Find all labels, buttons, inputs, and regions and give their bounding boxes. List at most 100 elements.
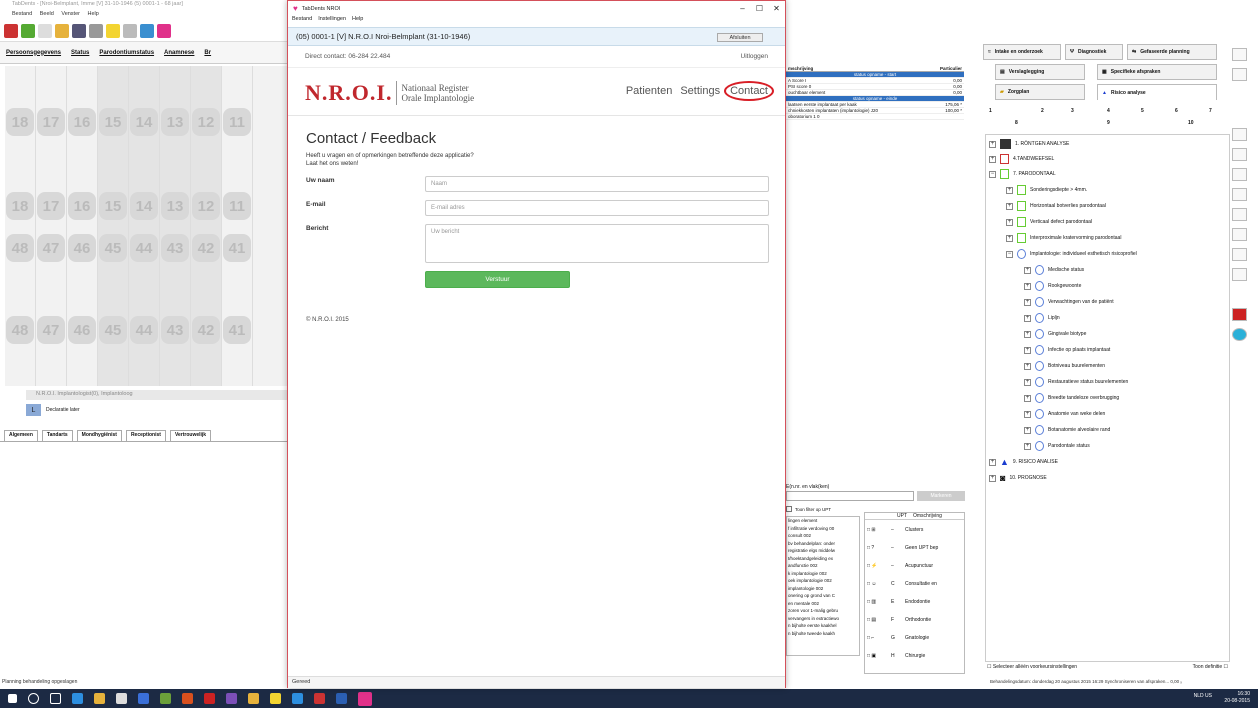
list-item[interactable]: vervangers in extractiewo (788, 615, 859, 623)
tree-node[interactable]: +4.TANDWEEFSEL (989, 154, 1054, 164)
app-icon[interactable] (160, 693, 171, 704)
message-field[interactable]: Uw bericht (425, 224, 769, 263)
tree-node[interactable]: + Gingivale biotype (1024, 329, 1086, 339)
counter-10[interactable]: 10 (1188, 120, 1194, 126)
tabdents-icon[interactable] (314, 693, 325, 704)
upt-row[interactable]: □ ⚡ – Acupunctuur (867, 563, 963, 569)
tab-status[interactable]: Status (71, 50, 89, 56)
dental-chart[interactable]: 18 18 48 48 17 17 47 47 16 16 46 46 15 15 45 45 14 14… (5, 66, 289, 386)
upt-row[interactable]: □ ⊞ – Clusters (867, 527, 963, 533)
task-view-icon[interactable] (50, 693, 61, 704)
print-icon[interactable] (89, 23, 103, 38)
close-icon[interactable]: ✕ (768, 1, 785, 16)
bg-menu-beeld[interactable]: Beeld (40, 11, 54, 17)
upt-list[interactable]: UPT Omschrijving □ ⊞ – Clusters □ ? – Geen UP… (864, 512, 965, 674)
logout-link[interactable]: Uitloggen (741, 53, 768, 60)
tab-diagnostiek[interactable]: Ψ Diagnostiek (1065, 44, 1123, 60)
menu-instellingen[interactable]: Instellingen (318, 16, 346, 26)
list-item[interactable]: n bijholte eerste kaakhel (788, 622, 859, 630)
app-icon[interactable] (248, 693, 259, 704)
tree-node[interactable]: + Medische status (1024, 265, 1084, 275)
list-item[interactable]: k implantologie 002 (788, 570, 859, 578)
filter-checkbox[interactable] (786, 506, 792, 512)
counter-6[interactable]: 6 (1175, 108, 1178, 114)
color-tool-icon[interactable] (1232, 308, 1247, 321)
list-item[interactable]: lingen element (788, 517, 859, 525)
heart-icon[interactable] (157, 23, 171, 38)
afsluiten-button[interactable]: Afsluiten (717, 33, 763, 42)
minimize-icon[interactable]: – (734, 1, 751, 16)
app-icon[interactable] (226, 693, 237, 704)
risk-tree[interactable]: +1. RÖNTGEN ANALYSE +4.TANDWEEFSEL −7. P… (985, 134, 1230, 662)
counter-7[interactable]: 7 (1209, 108, 1212, 114)
counter-9[interactable]: 9 (1107, 120, 1110, 126)
nav-patienten[interactable]: Patienten (626, 85, 672, 97)
store-icon[interactable] (116, 693, 127, 704)
declaratie-code[interactable]: L (26, 404, 41, 416)
tab-receptionist[interactable]: Receptionist (125, 430, 166, 441)
list-item[interactable]: andfunctie 002 (788, 562, 859, 570)
tab-specifieke-afspraken[interactable]: ▦ Specifieke afspraken (1097, 64, 1217, 80)
globe-icon[interactable] (1232, 328, 1247, 341)
upt-row[interactable]: □ ⌐ G Gnatologie (867, 635, 963, 641)
tree-node[interactable]: + Botanatomie alveolaire rand (1024, 425, 1110, 435)
counter-2[interactable]: 2 (1041, 108, 1044, 114)
tooth-column[interactable]: 17 17 47 47 (36, 66, 67, 386)
tab-tandarts[interactable]: Tandarts (41, 430, 73, 441)
cursor-tool-icon[interactable] (1232, 228, 1247, 241)
tree-node[interactable]: + Restauratieve status buurelementen (1024, 377, 1128, 387)
tab-gefaseerde-planning[interactable]: ⇆ Gefaseerde planning (1127, 44, 1217, 60)
tree-node[interactable]: + Sonderingsdiepte > 4mm. (1006, 185, 1087, 195)
tooth-column[interactable]: 18 18 48 48 (5, 66, 36, 386)
search-input[interactable] (786, 491, 914, 501)
app-icon[interactable] (270, 693, 281, 704)
text-tool-icon[interactable] (1232, 268, 1247, 281)
tab-br[interactable]: Br (204, 50, 211, 56)
lang-indicator[interactable]: NLD US (1188, 693, 1212, 700)
globe-icon[interactable] (140, 23, 154, 38)
tooth-column[interactable]: 15 15 45 45 (98, 66, 129, 386)
tab-persoonsgegevens[interactable]: Persoonsgegevens (6, 50, 61, 56)
tree-node[interactable]: + Verticaal defect parodontaal (1006, 217, 1092, 227)
list-item[interactable]: zoren voor 1-malig gebru (788, 607, 859, 615)
tree-node[interactable]: + Infectie op plaats implantaat (1024, 345, 1110, 355)
counter-3[interactable]: 3 (1071, 108, 1074, 114)
tree-node[interactable]: − Implantologie: individueel esthetisch r… (1006, 249, 1137, 259)
patient-icon[interactable] (21, 23, 35, 38)
email-field[interactable]: E-mail adres (425, 200, 769, 216)
maximize-icon[interactable]: ☐ (751, 1, 768, 16)
save-icon[interactable] (72, 23, 86, 38)
tree-node[interactable]: + Parodontale status (1024, 441, 1090, 451)
tree-node[interactable]: +1. RÖNTGEN ANALYSE (989, 139, 1069, 149)
tooth-column[interactable]: 13 13 43 43 (160, 66, 191, 386)
tab-anamnese[interactable]: Anamnese (164, 50, 194, 56)
delete-tool-icon[interactable] (1232, 188, 1247, 201)
list-item[interactable]: consult 002 (788, 532, 859, 540)
text-tool-icon[interactable] (1232, 248, 1247, 261)
nav-settings[interactable]: Settings (680, 85, 720, 97)
counter-4[interactable]: 4 (1107, 108, 1110, 114)
upt-row[interactable]: □ ▤ F Orthodontie (867, 617, 963, 623)
definitie-checkbox[interactable]: Toon definitie ☐ (1193, 664, 1228, 674)
upt-row[interactable]: □ ? – Geen UPT bep (867, 545, 963, 551)
start-icon[interactable] (8, 694, 17, 703)
bg-menu-venster[interactable]: Venster (61, 11, 80, 17)
list-item[interactable]: oek implantologie 002 (788, 577, 859, 585)
star-icon[interactable] (106, 23, 120, 38)
tree-node[interactable]: + ◙ 10. PROGNOSE (989, 473, 1047, 483)
bg-menu-bestand[interactable]: Bestand (12, 11, 32, 17)
upt-row[interactable]: □ ▣ H Chirurgie (867, 653, 963, 659)
nroi-logo[interactable]: N.R.O.I. Nationaal Register Orale Implant… (305, 80, 474, 106)
grid-icon[interactable] (4, 23, 18, 38)
list-item[interactable]: registratie elgs middelw (788, 547, 859, 555)
office-icon[interactable] (182, 693, 193, 704)
counter-1[interactable]: 1 (989, 108, 992, 114)
markeren-button[interactable]: Markeren (917, 491, 965, 501)
tab-verslaglegging[interactable]: ▤ Verslaglegging (995, 64, 1085, 80)
system-clock[interactable]: NLD US 16:30 20-08-2015 (1194, 691, 1250, 705)
ie-icon[interactable] (292, 693, 303, 704)
tree-node[interactable]: + Breedte tandeloze overbrugging (1024, 393, 1119, 403)
upt-row[interactable]: □ ▥ E Endodontie (867, 599, 963, 605)
tooth-icon[interactable] (123, 23, 137, 38)
list-item[interactable]: bv behandelplan: onder (788, 540, 859, 548)
